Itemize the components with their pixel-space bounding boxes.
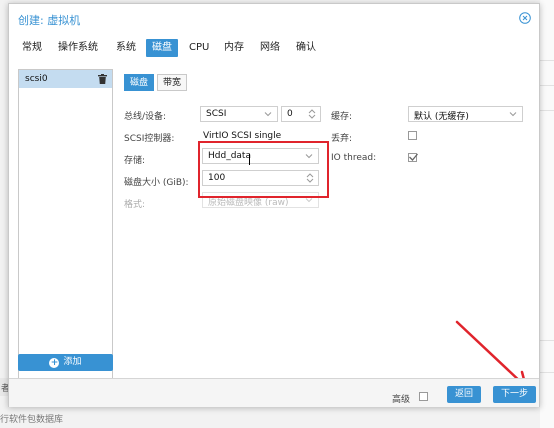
- chevron-down-icon: [509, 112, 517, 117]
- tab-disk[interactable]: 磁盘: [146, 39, 178, 57]
- trash-icon[interactable]: [98, 74, 107, 84]
- tab-confirm[interactable]: 确认: [290, 39, 322, 57]
- chevron-down-icon: [264, 112, 272, 117]
- subtab-bandwidth[interactable]: 带宽: [157, 74, 188, 91]
- device-number-spinner[interactable]: 0: [281, 106, 321, 122]
- storage-value: Hdd_data: [208, 151, 251, 161]
- tab-general[interactable]: 常规: [16, 39, 48, 57]
- cache-value: 默认 (无缓存): [414, 112, 469, 122]
- iothread-label: IO thread:: [331, 153, 377, 163]
- bus-device-label: 总线/设备:: [124, 112, 167, 122]
- iothread-checkbox[interactable]: [408, 153, 418, 162]
- format-select: 原始磁盘映像 (raw): [202, 192, 319, 208]
- back-button[interactable]: 返回: [447, 386, 482, 403]
- discard-label: 丢弃:: [331, 134, 353, 144]
- background-panel: [540, 0, 554, 428]
- disk-list-item[interactable]: scsi0: [19, 70, 112, 88]
- tab-system[interactable]: 系统: [110, 39, 142, 57]
- close-icon[interactable]: [519, 12, 531, 24]
- background-edge: 者: [0, 378, 10, 396]
- storage-select[interactable]: Hdd_data: [202, 148, 319, 164]
- chevron-down-icon: [305, 198, 313, 203]
- storage-label: 存储:: [124, 156, 146, 166]
- background-divider: [540, 372, 554, 373]
- disk-size-value: 100: [208, 173, 226, 183]
- dialog-footer: 高级 返回 下一步: [9, 378, 539, 407]
- format-value: 原始磁盘映像 (raw): [208, 198, 289, 208]
- background-divider: [540, 85, 554, 86]
- plus-icon: +: [49, 358, 60, 368]
- background-bottom-text: 行软件包数据库: [0, 415, 64, 425]
- tab-network[interactable]: 网络: [254, 39, 286, 57]
- spinner-icon: [308, 109, 316, 119]
- disk-size-spinner[interactable]: 100: [202, 170, 319, 186]
- bus-select[interactable]: SCSI: [200, 106, 278, 122]
- disk-size-label: 磁盘大小 (GiB):: [124, 178, 189, 188]
- next-button[interactable]: 下一步: [493, 386, 537, 403]
- background-divider: [540, 340, 554, 341]
- disk-item-label: scsi0: [25, 74, 48, 84]
- text-cursor: [249, 154, 250, 165]
- cache-select[interactable]: 默认 (无缓存): [408, 106, 523, 122]
- disk-list: scsi0: [18, 69, 113, 382]
- subtab-disk[interactable]: 磁盘: [124, 74, 155, 91]
- add-disk-label: 添加: [63, 357, 82, 367]
- device-number-value: 0: [287, 109, 293, 119]
- cache-label: 缓存:: [331, 112, 353, 122]
- add-disk-button[interactable]: + 添加: [18, 354, 113, 371]
- format-label: 格式:: [124, 200, 146, 210]
- scsi-controller-value: VirtIO SCSI single: [203, 131, 282, 141]
- chevron-down-icon: [305, 154, 313, 159]
- tab-os[interactable]: 操作系统: [52, 39, 104, 57]
- advanced-checkbox[interactable]: [419, 392, 428, 401]
- tab-cpu[interactable]: CPU: [183, 39, 215, 57]
- tab-memory[interactable]: 内存: [218, 39, 250, 57]
- checkmark-icon: [409, 153, 418, 161]
- dialog-title: 创建: 虚拟机: [18, 14, 81, 27]
- bus-value: SCSI: [206, 109, 227, 119]
- discard-checkbox[interactable]: [408, 131, 417, 140]
- background-divider: [540, 110, 554, 111]
- background-divider: [540, 60, 554, 61]
- advanced-label: 高级: [392, 395, 411, 405]
- scsi-controller-label: SCSI控制器:: [124, 134, 175, 144]
- spinner-icon: [306, 173, 314, 183]
- create-vm-dialog: 创建: 虚拟机 常规 操作系统 系统 磁盘 CPU 内存 网络 确认 scsi0…: [8, 3, 540, 407]
